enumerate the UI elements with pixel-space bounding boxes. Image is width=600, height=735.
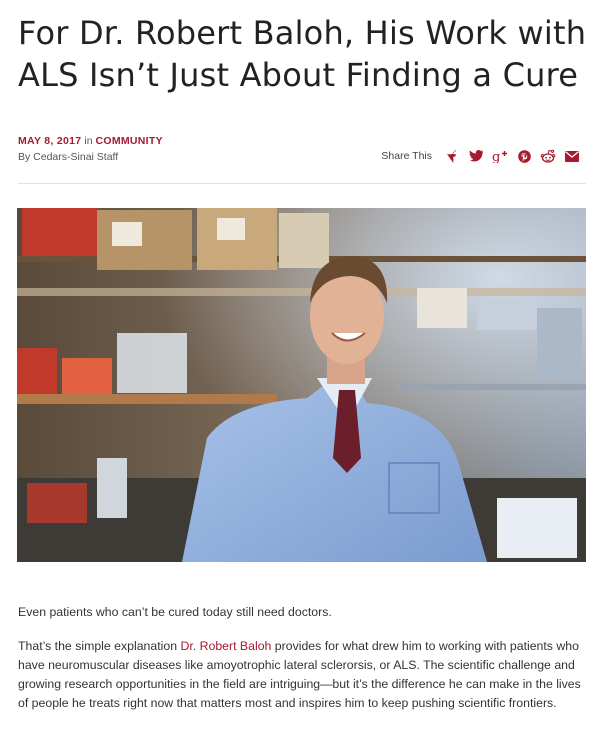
p2-text-before: That’s the simple explanation <box>18 639 181 653</box>
category-link[interactable]: COMMUNITY <box>95 135 162 147</box>
google-plus-icon[interactable]: g <box>488 148 512 164</box>
email-icon[interactable] <box>560 148 584 164</box>
body-paragraph-2: That’s the simple explanation Dr. Robert… <box>18 637 588 713</box>
meta-in-word: in <box>84 135 93 147</box>
article-title: For Dr. Robert Baloh, His Work with ALS … <box>18 14 587 94</box>
hero-photo <box>17 208 586 562</box>
reddit-icon[interactable] <box>536 148 560 164</box>
article-byline: By Cedars-Sinai Staff <box>18 151 119 163</box>
share-bar: Share This g <box>381 148 584 164</box>
robert-baloh-link[interactable]: Dr. Robert Baloh <box>180 639 271 653</box>
pinterest-icon[interactable] <box>512 148 536 164</box>
twitter-icon[interactable] <box>464 148 488 164</box>
article-meta: MAY 8, 2017 in COMMUNITY <box>18 135 163 147</box>
header-divider <box>18 183 586 184</box>
article-date: MAY 8, 2017 <box>18 135 82 147</box>
facebook-icon[interactable] <box>440 148 464 164</box>
body-paragraph-1: Even patients who can’t be cured today s… <box>18 605 332 619</box>
svg-text:g: g <box>492 150 500 163</box>
share-label: Share This <box>381 150 432 162</box>
article-page: For Dr. Robert Baloh, His Work with ALS … <box>0 0 600 735</box>
